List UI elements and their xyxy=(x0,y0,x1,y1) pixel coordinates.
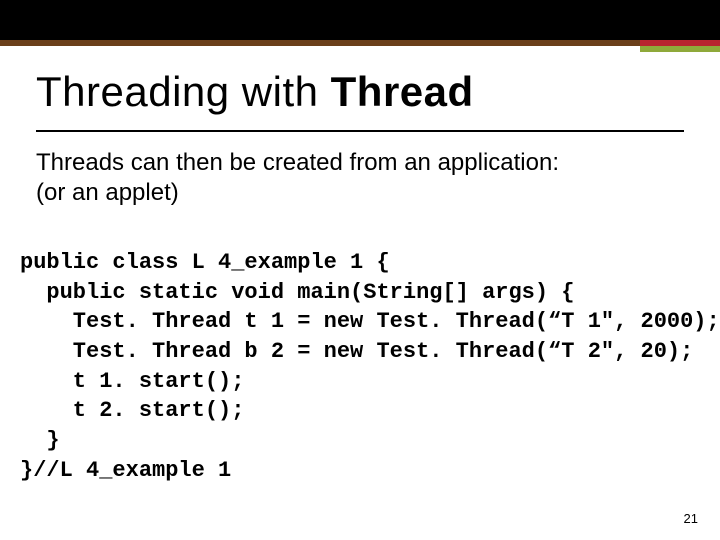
description: Threads can then be created from an appl… xyxy=(36,148,684,208)
description-line-2: (or an applet) xyxy=(36,178,684,208)
title-prefix: Threading with xyxy=(36,68,331,115)
slide: Threading with Thread Threads can then b… xyxy=(0,0,720,540)
accent-bar-green xyxy=(640,46,720,52)
description-line-1: Threads can then be created from an appl… xyxy=(36,148,684,178)
slide-title: Threading with Thread xyxy=(36,68,474,116)
top-bar xyxy=(0,0,720,40)
title-bold: Thread xyxy=(331,68,474,115)
accent-bar-brown xyxy=(0,40,640,46)
code-block: public class L 4_example 1 { public stat… xyxy=(20,248,710,486)
page-number: 21 xyxy=(684,511,698,526)
title-underline xyxy=(36,130,684,132)
